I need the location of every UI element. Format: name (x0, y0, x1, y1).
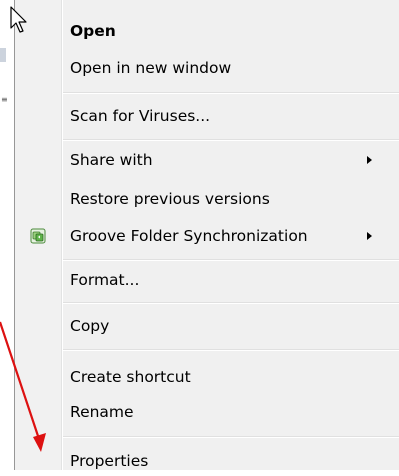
menu-item-copy[interactable]: Copy (15, 311, 399, 341)
menu-item-share-with[interactable]: Share with (15, 145, 399, 175)
menu-item-create-shortcut[interactable]: Create shortcut (15, 362, 399, 392)
menu-item-label: Scan for Viruses... (70, 107, 211, 125)
menu-item-groove-folder-synchronization[interactable]: Groove Folder Synchronization (15, 221, 399, 251)
submenu-arrow-icon (367, 156, 372, 164)
groove-sync-icon (30, 228, 46, 244)
menu-item-label: Rename (70, 403, 134, 421)
menu-item-label: Groove Folder Synchronization (70, 227, 308, 245)
menu-item-rename[interactable]: Rename (15, 397, 399, 427)
menu-item-label: Open in new window (70, 59, 232, 77)
menu-item-properties[interactable]: Properties (15, 446, 399, 476)
background-window-strip: ≡ (0, 0, 14, 470)
menu-item-label: Create shortcut (70, 368, 191, 386)
menu-separator (63, 259, 399, 261)
context-menu: Open Open in new window Scan for Viruses… (14, 0, 399, 470)
menu-separator (63, 349, 399, 351)
submenu-arrow-icon (367, 232, 372, 240)
menu-item-label: Format... (70, 271, 140, 289)
menu-item-open-in-new-window[interactable]: Open in new window (15, 53, 399, 83)
menu-separator (63, 302, 399, 304)
menu-item-label: Open (70, 22, 116, 40)
menu-item-open[interactable]: Open (15, 16, 399, 46)
menu-item-label: Restore previous versions (70, 190, 270, 208)
menu-item-format[interactable]: Format... (15, 265, 399, 295)
background-window-dot: ≡ (1, 95, 8, 104)
menu-item-restore-previous-versions[interactable]: Restore previous versions (15, 184, 399, 214)
menu-item-scan-for-viruses[interactable]: Scan for Viruses... (15, 101, 399, 131)
background-window-fragment (0, 48, 6, 62)
mouse-cursor-icon (10, 6, 27, 33)
menu-separator (63, 436, 399, 438)
menu-item-label: Properties (70, 452, 149, 470)
menu-separator (63, 139, 399, 141)
menu-item-label: Share with (70, 151, 153, 169)
menu-item-label: Copy (70, 317, 110, 335)
menu-separator (63, 92, 399, 94)
